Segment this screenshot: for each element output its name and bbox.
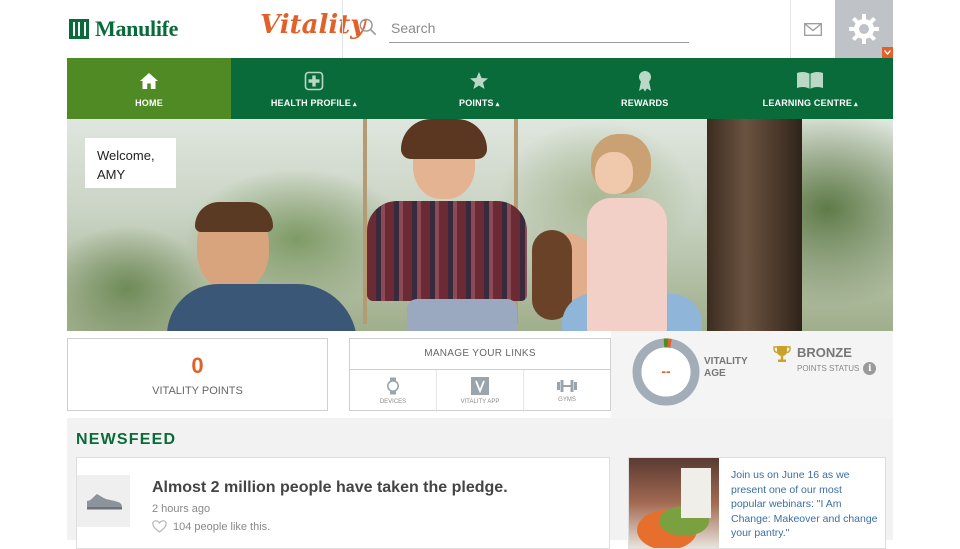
welcome-text: Welcome, xyxy=(97,148,155,163)
nav-label: HEALTH PROFILE xyxy=(270,97,351,108)
star-icon xyxy=(470,72,489,89)
hero-person-girl xyxy=(577,134,677,331)
health-plus-icon xyxy=(304,71,324,90)
link-vitality-app[interactable]: VITALITY APP xyxy=(437,370,524,412)
points-value: 0 xyxy=(191,353,204,378)
age-value: -- xyxy=(661,363,671,379)
link-label: DEVICES xyxy=(379,399,407,405)
link-gyms[interactable]: GYMS xyxy=(524,370,610,412)
post-time: 2 hours ago xyxy=(152,503,211,515)
nav-label: HOME xyxy=(135,97,163,108)
nav-item-health-profile[interactable]: HEALTH PROFILE ▴ xyxy=(231,58,397,119)
likes-text: 104 people like this. xyxy=(173,520,271,533)
vitality-age-label: VITALITY AGE xyxy=(704,356,748,380)
mail-button[interactable] xyxy=(802,18,824,40)
nav-label: REWARDS xyxy=(621,97,669,108)
status-title: BRONZE xyxy=(797,345,852,360)
vitality-points-card[interactable]: 0 VITALITY POINTS xyxy=(67,338,328,411)
link-devices[interactable]: DEVICES xyxy=(350,370,437,412)
links-row: DEVICES VITALITY APP GYMS xyxy=(350,370,610,412)
newsfeed-heading: NEWSFEED xyxy=(76,431,177,448)
search-input[interactable] xyxy=(389,14,689,43)
top-header: Manulife Vitality xyxy=(67,0,893,58)
post-likes: 104 people like this. xyxy=(152,520,270,533)
points-label: VITALITY POINTS xyxy=(152,385,243,397)
tree-trunk xyxy=(707,119,802,331)
caret-up-icon: ▴ xyxy=(495,100,500,108)
hero-person-boy xyxy=(357,119,537,331)
summary-panel: 0 VITALITY POINTS MANAGE YOUR LINKS DEVI… xyxy=(67,331,893,418)
watch-icon xyxy=(387,377,399,395)
manulife-logo[interactable]: Manulife xyxy=(69,16,178,42)
envelope-icon xyxy=(804,22,822,36)
welcome-card: Welcome, AMY xyxy=(85,138,176,188)
chevron-down-icon[interactable] xyxy=(882,47,893,58)
link-label: GYMS xyxy=(558,397,576,403)
post-thumbnail xyxy=(77,475,130,527)
info-icon[interactable]: i xyxy=(863,362,877,375)
webinar-promo-card[interactable]: Join us on June 16 as we present one of … xyxy=(628,457,886,549)
heart-icon[interactable] xyxy=(152,520,167,533)
nav-item-learning-centre[interactable]: LEARNING CENTRE ▴ xyxy=(728,58,894,119)
nav-item-points[interactable]: POINTS ▴ xyxy=(397,58,563,119)
home-icon xyxy=(140,72,158,89)
nav-item-home[interactable]: HOME xyxy=(67,58,231,119)
link-label: VITALITY APP xyxy=(460,399,500,405)
post-title[interactable]: Almost 2 million people have taken the p… xyxy=(152,479,508,497)
trophy-icon xyxy=(773,346,791,362)
links-title: MANAGE YOUR LINKS xyxy=(350,339,610,370)
dumbbell-icon xyxy=(557,380,577,392)
sneaker-icon xyxy=(86,494,122,510)
points-status[interactable]: BRONZE POINTS STATUS i xyxy=(773,345,877,375)
app-container: Manulife Vitality Search HOME HEALTH PRO… xyxy=(67,0,893,549)
caret-up-icon: ▴ xyxy=(352,100,357,108)
ribbon-icon xyxy=(638,70,651,91)
manage-links-card: MANAGE YOUR LINKS DEVICES VITALITY APP G… xyxy=(349,338,611,412)
user-name: AMY xyxy=(97,167,126,182)
caret-up-icon: ▴ xyxy=(854,100,858,108)
search-bar xyxy=(342,0,791,58)
vitality-age-ring[interactable]: -- xyxy=(631,337,701,407)
promo-image xyxy=(629,458,719,548)
brand-name: Manulife xyxy=(95,16,179,41)
nav-item-rewards[interactable]: REWARDS xyxy=(562,58,728,119)
vitality-age-section: -- VITALITY AGE BRONZE POINTS STATUS i xyxy=(611,331,893,418)
hero-person-father xyxy=(167,202,367,331)
search-icon xyxy=(359,18,377,36)
promo-text[interactable]: Join us on June 16 as we present one of … xyxy=(731,468,879,541)
age-label-line: AGE xyxy=(704,368,726,379)
nav-label: POINTS xyxy=(459,97,494,108)
main-nav: HOME HEALTH PROFILE ▴ POINTS ▴ REWARDS L… xyxy=(67,58,893,119)
age-label-line: VITALITY xyxy=(704,356,748,367)
settings-button[interactable] xyxy=(835,0,893,58)
vitality-app-icon xyxy=(471,377,489,395)
nav-label: LEARNING CENTRE xyxy=(762,97,853,108)
newsfeed-post[interactable]: Almost 2 million people have taken the p… xyxy=(76,457,610,549)
gear-icon xyxy=(849,14,879,44)
book-icon xyxy=(797,71,824,89)
hero-banner: Welcome, AMY xyxy=(67,119,893,331)
status-subtitle: POINTS STATUS xyxy=(797,364,860,373)
manulife-mark-icon xyxy=(69,19,89,39)
